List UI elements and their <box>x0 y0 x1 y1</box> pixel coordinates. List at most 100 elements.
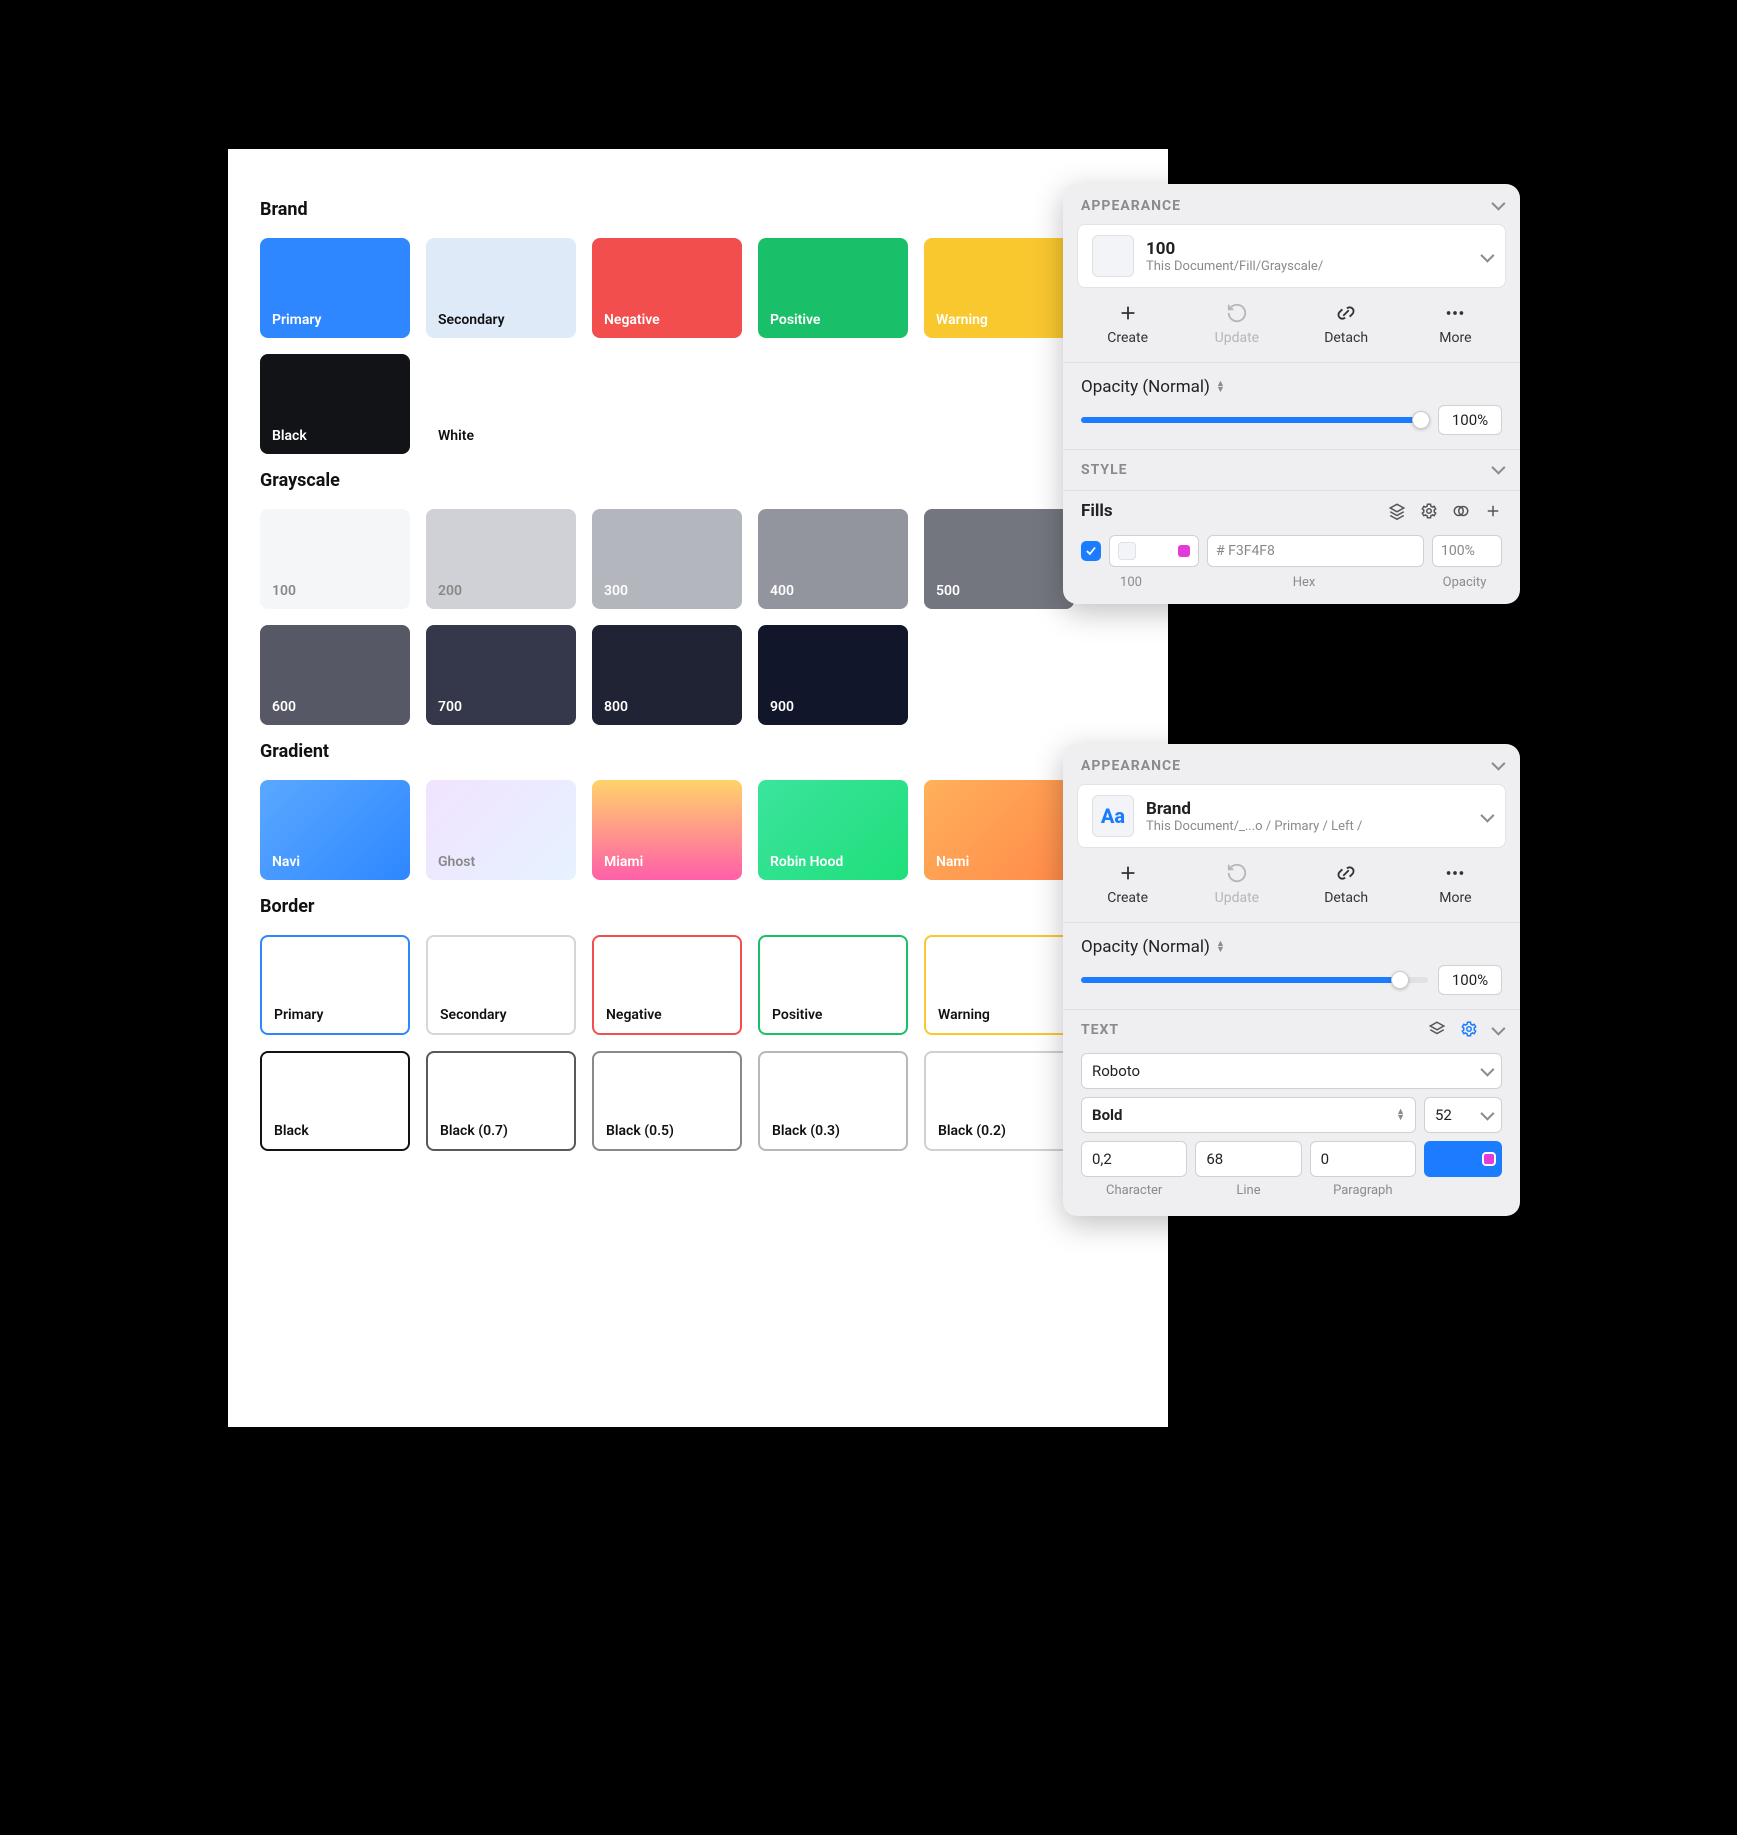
swatch-label: 100 <box>272 583 296 599</box>
chevron-down-icon[interactable] <box>1492 462 1502 478</box>
color-swatch[interactable]: Navi <box>260 780 410 880</box>
swatch-label: 800 <box>604 699 628 715</box>
swatch-label: Black (0.7) <box>440 1123 508 1139</box>
color-swatch[interactable]: Primary <box>260 935 410 1035</box>
swatch-label: 600 <box>272 699 296 715</box>
color-swatch[interactable]: White <box>426 354 576 454</box>
detach-button[interactable]: Detach <box>1292 302 1401 346</box>
swatch-label: White <box>438 428 474 444</box>
section-title: Border <box>260 896 1136 917</box>
color-swatch[interactable]: Black (0.3) <box>758 1051 908 1151</box>
color-swatch[interactable]: Warning <box>924 935 1074 1035</box>
create-button[interactable]: Create <box>1073 862 1182 906</box>
color-swatch[interactable]: Negative <box>592 935 742 1035</box>
swatch-label: 900 <box>770 699 794 715</box>
swatch-label: Nami <box>936 854 969 870</box>
color-swatch[interactable]: 200 <box>426 509 576 609</box>
chevron-down-icon[interactable] <box>1481 807 1491 826</box>
color-swatch[interactable]: 300 <box>592 509 742 609</box>
palette-canvas: BrandPrimarySecondaryNegativePositiveWar… <box>228 149 1168 1427</box>
update-button[interactable]: Update <box>1182 302 1291 346</box>
color-swatch[interactable]: Black <box>260 354 410 454</box>
fill-enabled-checkbox[interactable] <box>1081 541 1101 561</box>
paragraph-spacing-input[interactable]: 0 <box>1310 1141 1416 1177</box>
create-button[interactable]: Create <box>1073 302 1182 346</box>
line-height-input[interactable]: 68 <box>1195 1141 1301 1177</box>
color-variable-indicator-icon <box>1178 545 1190 557</box>
detach-button[interactable]: Detach <box>1292 862 1401 906</box>
swatch-label: Primary <box>274 1007 323 1023</box>
appearance-panel-text: APPEARANCE Aa Brand This Document/_...o … <box>1063 744 1520 1216</box>
swatch-label: Warning <box>936 312 988 328</box>
swatch-label: Ghost <box>438 854 475 870</box>
font-weight-select[interactable]: Bold ▲▼ <box>1081 1097 1416 1133</box>
stepper-icon[interactable]: ▲▼ <box>1216 941 1225 953</box>
font-size-input[interactable]: 52 <box>1424 1097 1502 1133</box>
color-swatch[interactable]: 400 <box>758 509 908 609</box>
font-family-select[interactable]: Roboto <box>1081 1053 1502 1089</box>
color-swatch[interactable]: 700 <box>426 625 576 725</box>
color-swatch[interactable]: Black (0.2) <box>924 1051 1074 1151</box>
character-spacing-input[interactable]: 0,2 <box>1081 1141 1187 1177</box>
swatch-row: 600 700 800 900 <box>260 625 1136 725</box>
plus-icon <box>1117 862 1139 884</box>
color-swatch[interactable]: Warning <box>924 238 1074 338</box>
layers-icon[interactable] <box>1428 1020 1446 1038</box>
color-swatch[interactable]: 500 <box>924 509 1074 609</box>
color-swatch[interactable]: Secondary <box>426 935 576 1035</box>
color-swatch[interactable]: Robin Hood <box>758 780 908 880</box>
fill-color-chip[interactable] <box>1109 535 1199 567</box>
opacity-section: Opacity (Normal) ▲▼ 100% <box>1063 362 1520 449</box>
color-swatch[interactable]: 100 <box>260 509 410 609</box>
swatch-label: 300 <box>604 583 628 599</box>
chevron-down-icon[interactable] <box>1492 198 1502 214</box>
appearance-style-card[interactable]: Aa Brand This Document/_...o / Primary /… <box>1077 784 1506 848</box>
color-swatch[interactable]: Negative <box>592 238 742 338</box>
color-swatch[interactable]: Nami <box>924 780 1074 880</box>
appearance-style-card[interactable]: 100 This Document/Fill/Grayscale/ <box>1077 224 1506 288</box>
swatch-label: Black <box>274 1123 309 1139</box>
gear-icon[interactable] <box>1420 502 1438 520</box>
chevron-down-icon[interactable] <box>1492 758 1502 774</box>
opacity-value-input[interactable]: 100% <box>1438 965 1502 995</box>
color-swatch[interactable]: Black <box>260 1051 410 1151</box>
text-color-chip[interactable] <box>1424 1141 1502 1177</box>
style-name: Brand <box>1146 799 1362 819</box>
color-swatch[interactable]: 800 <box>592 625 742 725</box>
update-button[interactable]: Update <box>1182 862 1291 906</box>
color-swatch[interactable]: 600 <box>260 625 410 725</box>
opacity-value-input[interactable]: 100% <box>1438 405 1502 435</box>
more-button[interactable]: More <box>1401 862 1510 906</box>
swatch-row: Navi Ghost MiamiRobin Hood Nami <box>260 780 1136 880</box>
stepper-icon[interactable]: ▲▼ <box>1216 381 1225 393</box>
layers-icon[interactable] <box>1388 502 1406 520</box>
color-swatch[interactable]: 900 <box>758 625 908 725</box>
style-header: STYLE <box>1063 449 1520 490</box>
color-swatch[interactable]: Positive <box>758 238 908 338</box>
more-icon <box>1444 302 1466 324</box>
swatch-label: Black (0.3) <box>772 1123 840 1139</box>
panel-title: APPEARANCE <box>1081 758 1181 774</box>
fill-opacity-input[interactable]: 100% <box>1432 535 1502 567</box>
color-variable-indicator-icon <box>1482 1152 1496 1166</box>
appearance-panel-fill: APPEARANCE 100 This Document/Fill/Graysc… <box>1063 184 1520 604</box>
swatch-thumbnail <box>1092 235 1134 277</box>
opacity-slider[interactable] <box>1081 417 1428 423</box>
opacity-slider[interactable] <box>1081 977 1428 983</box>
swatch-row: Primary SecondaryNegativePositiveWarning <box>260 935 1136 1035</box>
color-swatch[interactable]: Ghost <box>426 780 576 880</box>
color-swatch[interactable]: Secondary <box>426 238 576 338</box>
more-icon <box>1444 862 1466 884</box>
chevron-down-icon[interactable] <box>1481 247 1491 266</box>
color-swatch[interactable]: Primary <box>260 238 410 338</box>
gear-icon[interactable] <box>1460 1020 1478 1038</box>
plus-icon[interactable] <box>1484 502 1502 520</box>
hex-input[interactable]: # F3F4F8 <box>1207 535 1424 567</box>
color-swatch[interactable]: Black (0.5) <box>592 1051 742 1151</box>
color-swatch[interactable]: Miami <box>592 780 742 880</box>
blend-icon[interactable] <box>1452 502 1470 520</box>
chevron-down-icon[interactable] <box>1492 1020 1502 1039</box>
more-button[interactable]: More <box>1401 302 1510 346</box>
color-swatch[interactable]: Black (0.7) <box>426 1051 576 1151</box>
color-swatch[interactable]: Positive <box>758 935 908 1035</box>
